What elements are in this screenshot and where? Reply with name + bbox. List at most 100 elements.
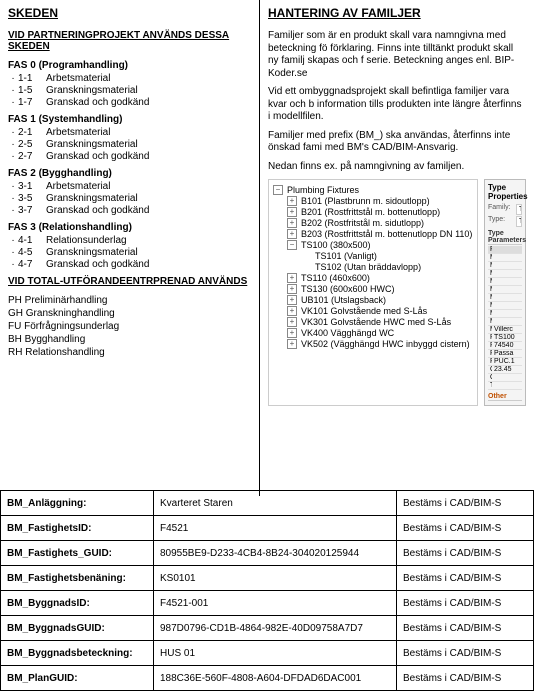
expand-icon[interactable] [287,328,297,338]
left-title: SKEDEN [8,6,251,20]
param-row: MC Description Short [488,318,522,326]
prop-value: HUS 01 [154,641,397,666]
collapse-icon[interactable] [273,185,283,195]
prop-key: BM_PlanGUID: [1,666,154,691]
tree-node[interactable]: TS101 (Vanligt) [273,251,473,261]
list-item: ·2-1Arbetsmaterial [8,127,251,138]
collapse-icon[interactable] [287,240,297,250]
param-value[interactable] [492,278,522,285]
param-value[interactable]: TS100 [492,334,522,341]
list-item: ·4-1Relationsunderlag [8,235,251,246]
tree-node[interactable]: TS110 (460x600) [273,273,473,283]
prop-key: BM_ByggnadsID: [1,591,154,616]
prop-key: BM_Anläggning: [1,491,154,516]
tree-panel: Plumbing Fixtures B101 (Plastbrunn m. si… [268,179,478,406]
tree-node[interactable]: UB101 (Utslagsback) [273,295,473,305]
fas1: FAS 1 (Systemhandling) ·2-1Arbetsmateria… [8,114,251,162]
param-row: MC User Code [488,254,522,262]
param-value[interactable] [492,270,522,277]
type-value[interactable]: TS101 (Vanligt) [516,216,522,227]
tree-label: VK400 Vägghängd WC [301,328,394,338]
right-column: HANTERING AV FAMILJER Familjer som är en… [260,0,534,496]
list-item: ·2-5Granskningsmaterial [8,139,251,150]
tree-node[interactable]: VK301 Golvstående HWC med S-Lås [273,317,473,327]
tree-node[interactable]: VK502 (Vägghängd HWC inbyggd cistern) [273,339,473,349]
prop-key: BM_Fastighets_GUID: [1,541,154,566]
prop-value: 80955BE9-D233-4CB4-8B24-304020125944 [154,541,397,566]
prop-source: Bestäms i CAD/BIM-S [397,591,534,616]
tree-node[interactable]: B202 (Rostfritstål m. sidutlopp) [273,218,473,228]
para-1: Familjer som är en produkt skall vara na… [268,30,526,80]
param-value[interactable] [492,310,522,317]
table-row: BM_Fastighetsbenäning:KS0101Bestäms i CA… [1,566,534,591]
tree-node[interactable]: B101 (Plastbrunn m. sidoutlopp) [273,196,473,206]
param-row: MC Product_TillverkareVillerc [488,326,522,334]
family-value[interactable]: TS100 (380x500) [516,204,522,215]
list-item: ·1-7Granskad och godkänd [8,97,251,108]
param-row: MC Description Long [488,310,522,318]
param-value[interactable] [492,374,522,381]
prop-key: BM_FastighetsID: [1,516,154,541]
param-value[interactable] [492,382,522,389]
prop-source: Bestäms i CAD/BIM-S [397,491,534,516]
properties-table: BM_Anläggning:Kvarteret StarenBestäms i … [0,490,534,691]
prop-key: BM_ByggnadsGUID: [1,616,154,641]
list-item: ·3-7Granskad och godkänd [8,205,251,216]
right-title: HANTERING AV FAMILJER [268,6,526,20]
param-value[interactable]: Passa [492,350,522,357]
expand-icon[interactable] [287,339,297,349]
tree-label: B202 (Rostfritstål m. sidutlopp) [301,218,424,228]
tree-node[interactable]: TS130 (600x600 HWC) [273,284,473,294]
prop-source: Bestäms i CAD/BIM-S [397,641,534,666]
left-column: SKEDEN VID PARTNERINGPROJEKT ANVÄNDS DES… [0,0,260,496]
prop-value: F4521-001 [154,591,397,616]
tree-node[interactable]: TS102 (Utan bräddavlopp) [273,262,473,272]
param-value[interactable] [492,286,522,293]
list-item: ·1-5Granskningsmaterial [8,85,251,96]
param-value[interactable] [492,262,522,269]
tree-node[interactable]: VK101 Golvstående med S-Lås [273,306,473,316]
param-row: RKL_Produkt_BSABwrPUC.1 [488,358,522,366]
prop-source: Bestäms i CAD/BIM-S [397,541,534,566]
table-row: BM_ByggnadsGUID:987D0796-CD1B-4864-982E-… [1,616,534,641]
tree-node[interactable]: B203 (Rostfrittstål m. bottenutlopp DN 1… [273,229,473,239]
prop-value: Kvarteret Staren [154,491,397,516]
param-row: MC Product Variable 2 [488,270,522,278]
param-row: MC Product Variable 4 [488,286,522,294]
prop-source: Bestäms i CAD/BIM-S [397,516,534,541]
expand-icon[interactable] [287,229,297,239]
fas3: FAS 3 (Relationshandling) ·4-1Relationsu… [8,222,251,270]
expand-icon[interactable] [287,273,297,283]
tree-label: VK101 Golvstående med S-Lås [301,306,427,316]
tree-node[interactable]: B201 (Rostfrittstål m. bottenutlopp) [273,207,473,217]
prop-value: 188C36E-560F-4808-A604-DFDAD6DAC001 [154,666,397,691]
param-row: RKL_Produkt_IDTS100 [488,334,522,342]
expand-icon[interactable] [287,306,297,316]
expand-icon[interactable] [287,284,297,294]
expand-icon[interactable] [287,295,297,305]
table-row: BM_PlanGUID:188C36E-560F-4808-A604-DFDAD… [1,666,534,691]
expand-icon[interactable] [287,207,297,217]
tree-node[interactable]: TS100 (380x500) [273,240,473,250]
tree-label: VK502 (Vägghängd HWC inbyggd cistern) [301,339,470,349]
fas1-title: FAS 1 (Systemhandling) [8,114,251,125]
expand-icon[interactable] [287,218,297,228]
param-value[interactable]: 74540 [492,342,522,349]
tree-node[interactable]: VK400 Vägghängd WC [273,328,473,338]
param-row: RKL_Produkt_UnderlagPassa [488,350,522,358]
para-3: Familjer med prefix (BM_) ska användas, … [268,130,526,155]
tree-root[interactable]: Plumbing Fixtures [273,185,473,195]
expand-icon[interactable] [287,196,297,206]
expand-icon[interactable] [287,317,297,327]
param-value[interactable] [492,254,522,261]
para-4: Nedan finns ex. på namngivning av familj… [268,161,526,174]
param-value[interactable]: PUC.1 [492,358,522,365]
table-row: BM_FastighetsID:F4521Bestäms i CAD/BIM-S [1,516,534,541]
param-value[interactable]: 23.45 [492,366,522,373]
param-value[interactable] [492,294,522,301]
list-item: ·4-7Granskad och godkänd [8,259,251,270]
param-value[interactable] [492,302,522,309]
param-value[interactable]: Villerc [492,326,522,333]
param-value[interactable] [492,318,522,325]
tree-label: B201 (Rostfrittstål m. bottenutlopp) [301,207,440,217]
